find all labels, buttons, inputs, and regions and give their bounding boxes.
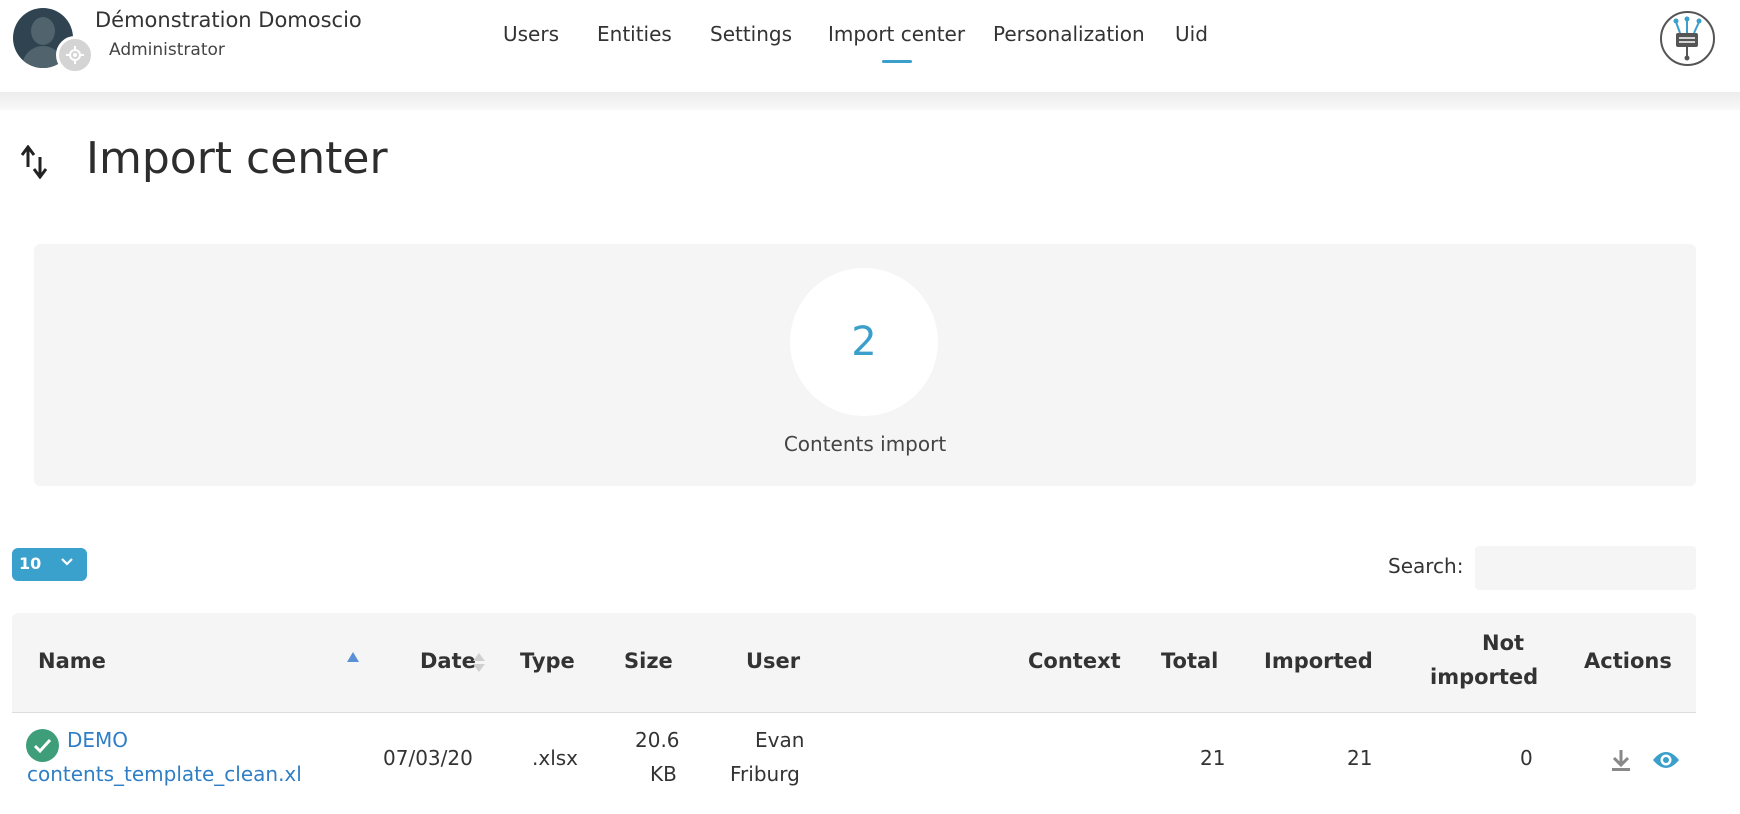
page-title: Import center: [86, 133, 388, 184]
column-header-size[interactable]: Size: [624, 649, 673, 673]
column-header-imported[interactable]: Imported: [1264, 649, 1373, 673]
column-header-total[interactable]: Total: [1161, 649, 1218, 673]
nav-item-users[interactable]: Users: [503, 22, 559, 46]
sort-down-icon[interactable]: [473, 664, 485, 672]
column-header-name[interactable]: Name: [38, 649, 106, 673]
gear-icon[interactable]: [56, 36, 94, 74]
nav-item-entities[interactable]: Entities: [597, 22, 672, 46]
nav-item-import-center[interactable]: Import center: [828, 22, 965, 63]
nav-item-settings[interactable]: Settings: [710, 22, 792, 46]
table-header: Name Date Type Size User Context Total I…: [12, 613, 1696, 713]
cell-date: 07/03/20: [383, 746, 473, 770]
search-label: Search:: [1388, 554, 1464, 578]
domoscio-logo-icon[interactable]: [1660, 11, 1715, 66]
header-divider: [0, 92, 1740, 110]
import-export-arrows-icon: [20, 144, 48, 183]
avatar-head: [31, 17, 55, 45]
stats-panel: 2 Contents import: [34, 244, 1696, 486]
search-input[interactable]: [1475, 546, 1696, 590]
cell-total: 21: [1200, 746, 1226, 770]
sort-ascending-icon[interactable]: [347, 652, 359, 662]
table-row: DEMO contents_template_clean.xl 07/03/20…: [12, 714, 1696, 814]
file-name-link-continued[interactable]: contents_template_clean.xl: [27, 762, 302, 786]
column-header-not-imported-line2[interactable]: imported: [1430, 665, 1538, 689]
contents-import-label: Contents import: [783, 432, 947, 456]
page-length-value: 10: [19, 554, 42, 573]
check-circle-icon: [26, 729, 59, 762]
column-header-not-imported-line1[interactable]: Not: [1482, 631, 1524, 655]
cell-user-last: Friburg: [730, 762, 800, 786]
cell-imported: 21: [1347, 746, 1373, 770]
cell-size-value: 20.6: [635, 728, 680, 752]
download-icon[interactable]: [1610, 748, 1632, 776]
chevron-down-icon: [61, 558, 73, 566]
column-header-actions: Actions: [1584, 649, 1672, 673]
column-header-user[interactable]: User: [746, 649, 800, 673]
column-header-type[interactable]: Type: [520, 649, 575, 673]
column-header-context[interactable]: Context: [1028, 649, 1121, 673]
page-length-select[interactable]: 10: [12, 548, 87, 581]
file-name-link[interactable]: DEMO: [67, 728, 128, 752]
cell-not-imported: 0: [1520, 746, 1533, 770]
cell-type: .xlsx: [532, 746, 579, 770]
nav-item-uid[interactable]: Uid: [1175, 22, 1208, 46]
cell-user-first: Evan: [755, 728, 805, 752]
sort-up-icon[interactable]: [473, 653, 485, 661]
nav-item-personalization[interactable]: Personalization: [993, 22, 1145, 46]
contents-import-count: 2: [790, 268, 938, 416]
top-navigation-bar: Démonstration Domoscio Administrator Use…: [0, 0, 1740, 92]
cell-size-unit: KB: [650, 762, 677, 786]
eye-icon[interactable]: [1652, 750, 1680, 774]
column-header-date[interactable]: Date: [420, 649, 476, 673]
user-role: Administrator: [109, 40, 225, 60]
user-name: Démonstration Domoscio: [95, 8, 362, 32]
